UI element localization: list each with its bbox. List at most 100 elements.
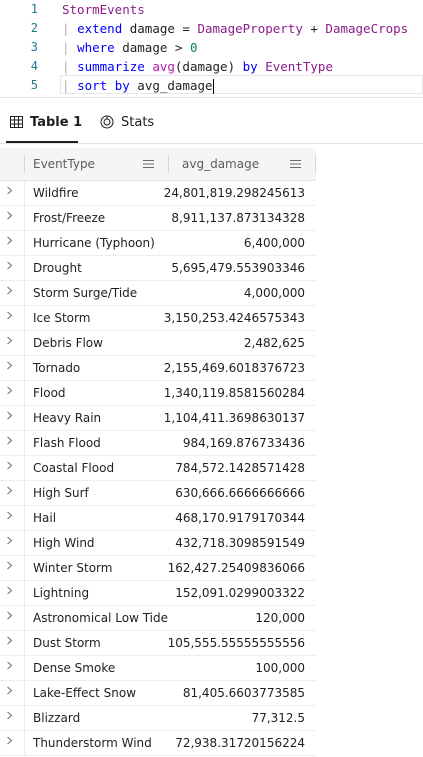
chevron-right-icon[interactable]	[6, 581, 13, 603]
code-line[interactable]: 1 StormEvents	[0, 0, 423, 19]
cell-eventtype[interactable]: Astronomical Low Tide	[33, 606, 168, 631]
table-row[interactable]: Hurricane (Typhoon) 6,400,000	[0, 231, 316, 256]
cell-eventtype[interactable]: Thunderstorm Wind	[33, 731, 152, 756]
chevron-right-icon[interactable]	[6, 706, 13, 728]
cell-eventtype[interactable]: Storm Surge/Tide	[33, 281, 137, 306]
cell-avg-damage[interactable]: 6,400,000	[244, 231, 305, 256]
chevron-right-icon[interactable]	[6, 506, 13, 528]
column-header-eventtype[interactable]: EventType	[33, 148, 95, 180]
cell-eventtype[interactable]: Hurricane (Typhoon)	[33, 231, 155, 256]
table-row[interactable]: Heavy Rain 1,104,411.3698630137	[0, 406, 316, 431]
cell-avg-damage[interactable]: 2,155,469.6018376723	[164, 356, 305, 381]
cell-eventtype[interactable]: Winter Storm	[33, 556, 112, 581]
cell-avg-damage[interactable]: 120,000	[255, 606, 305, 631]
column-header-avg-damage[interactable]: avg_damage	[182, 148, 259, 180]
code-line[interactable]: 3 | where damage > 0	[0, 38, 423, 57]
table-row[interactable]: High Surf 630,666.6666666666	[0, 481, 316, 506]
code-text[interactable]: | where damage > 0	[62, 38, 198, 57]
chevron-right-icon[interactable]	[6, 331, 13, 353]
cell-eventtype[interactable]: Blizzard	[33, 706, 80, 731]
code-line[interactable]: 5 | sort by avg_damage	[0, 76, 423, 95]
table-row[interactable]: Ice Storm 3,150,253.4246575343	[0, 306, 316, 331]
column-menu-icon[interactable]	[143, 158, 154, 172]
table-row[interactable]: Thunderstorm Wind 72,938.31720156224	[0, 731, 316, 756]
cell-avg-damage[interactable]: 468,170.9179170344	[175, 506, 305, 531]
cell-eventtype[interactable]: Coastal Flood	[33, 456, 114, 481]
cell-avg-damage[interactable]: 72,938.31720156224	[175, 731, 305, 756]
cell-eventtype[interactable]: Lake-Effect Snow	[33, 681, 136, 706]
table-row[interactable]: Lake-Effect Snow 81,405.6603773585	[0, 681, 316, 706]
table-row[interactable]: Flood 1,340,119.8581560284	[0, 381, 316, 406]
chevron-right-icon[interactable]	[6, 381, 13, 403]
chevron-right-icon[interactable]	[6, 556, 13, 578]
chevron-right-icon[interactable]	[6, 256, 13, 278]
code-text[interactable]: | sort by avg_damage	[62, 76, 214, 95]
column-separator[interactable]	[168, 155, 169, 173]
chevron-right-icon[interactable]	[6, 481, 13, 503]
chevron-right-icon[interactable]	[6, 206, 13, 228]
cell-avg-damage[interactable]: 2,482,625	[244, 331, 305, 356]
table-row[interactable]: Drought 5,695,479.553903346	[0, 256, 316, 281]
chevron-right-icon[interactable]	[6, 631, 13, 653]
cell-avg-damage[interactable]: 984,169.876733436	[183, 431, 305, 456]
cell-eventtype[interactable]: Lightning	[33, 581, 89, 606]
table-row[interactable]: Storm Surge/Tide 4,000,000	[0, 281, 316, 306]
cell-avg-damage[interactable]: 162,427.25409836066	[168, 556, 305, 581]
table-row[interactable]: High Wind 432,718.3098591549	[0, 531, 316, 556]
code-text[interactable]: | summarize avg(damage) by EventType	[62, 57, 333, 76]
cell-avg-damage[interactable]: 77,312.5	[252, 706, 305, 731]
cell-avg-damage[interactable]: 152,091.0299003322	[175, 581, 305, 606]
chevron-right-icon[interactable]	[6, 356, 13, 378]
table-row[interactable]: Blizzard 77,312.5	[0, 706, 316, 731]
column-menu-icon[interactable]	[290, 158, 301, 172]
table-row[interactable]: Dust Storm 105,555.55555555556	[0, 631, 316, 656]
table-row[interactable]: Winter Storm 162,427.25409836066	[0, 556, 316, 581]
table-row[interactable]: Tornado 2,155,469.6018376723	[0, 356, 316, 381]
cell-avg-damage[interactable]: 81,405.6603773585	[183, 681, 305, 706]
chevron-right-icon[interactable]	[6, 281, 13, 303]
cell-eventtype[interactable]: Dense Smoke	[33, 656, 115, 681]
code-line[interactable]: 4 | summarize avg(damage) by EventType	[0, 57, 423, 76]
cell-eventtype[interactable]: Heavy Rain	[33, 406, 101, 431]
table-row[interactable]: Frost/Freeze 8,911,137.873134328	[0, 206, 316, 231]
chevron-right-icon[interactable]	[6, 731, 13, 753]
cell-avg-damage[interactable]: 3,150,253.4246575343	[164, 306, 305, 331]
cell-avg-damage[interactable]: 432,718.3098591549	[175, 531, 305, 556]
cell-avg-damage[interactable]: 784,572.1428571428	[175, 456, 305, 481]
chevron-right-icon[interactable]	[6, 456, 13, 478]
cell-eventtype[interactable]: Debris Flow	[33, 331, 103, 356]
chevron-right-icon[interactable]	[6, 431, 13, 453]
cell-eventtype[interactable]: Drought	[33, 256, 82, 281]
table-row[interactable]: Coastal Flood 784,572.1428571428	[0, 456, 316, 481]
cell-eventtype[interactable]: Wildfire	[33, 181, 79, 206]
cell-avg-damage[interactable]: 8,911,137.873134328	[171, 206, 305, 231]
chevron-right-icon[interactable]	[6, 606, 13, 628]
code-text[interactable]: StormEvents	[62, 0, 145, 19]
cell-avg-damage[interactable]: 1,340,119.8581560284	[164, 381, 305, 406]
table-row[interactable]: Dense Smoke 100,000	[0, 656, 316, 681]
table-row[interactable]: Hail 468,170.9179170344	[0, 506, 316, 531]
cell-eventtype[interactable]: Flash Flood	[33, 431, 101, 456]
cell-eventtype[interactable]: Ice Storm	[33, 306, 90, 331]
chevron-right-icon[interactable]	[6, 231, 13, 253]
cell-avg-damage[interactable]: 105,555.55555555556	[168, 631, 305, 656]
cell-eventtype[interactable]: Frost/Freeze	[33, 206, 105, 231]
cell-avg-damage[interactable]: 1,104,411.3698630137	[164, 406, 305, 431]
cell-eventtype[interactable]: Hail	[33, 506, 56, 531]
cell-avg-damage[interactable]: 630,666.6666666666	[175, 481, 305, 506]
table-row[interactable]: Wildfire 24,801,819.298245613	[0, 181, 316, 206]
code-text[interactable]: | extend damage = DamageProperty + Damag…	[62, 19, 408, 38]
cell-eventtype[interactable]: High Surf	[33, 481, 89, 506]
cell-avg-damage[interactable]: 100,000	[255, 656, 305, 681]
table-row[interactable]: Lightning 152,091.0299003322	[0, 581, 316, 606]
cell-avg-damage[interactable]: 24,801,819.298245613	[164, 181, 305, 206]
table-row[interactable]: Astronomical Low Tide 120,000	[0, 606, 316, 631]
cell-avg-damage[interactable]: 4,000,000	[244, 281, 305, 306]
table-row[interactable]: Debris Flow 2,482,625	[0, 331, 316, 356]
chevron-right-icon[interactable]	[6, 681, 13, 703]
chevron-right-icon[interactable]	[6, 531, 13, 553]
chevron-right-icon[interactable]	[6, 406, 13, 428]
column-separator[interactable]	[315, 155, 316, 173]
cell-eventtype[interactable]: High Wind	[33, 531, 95, 556]
cell-eventtype[interactable]: Dust Storm	[33, 631, 101, 656]
